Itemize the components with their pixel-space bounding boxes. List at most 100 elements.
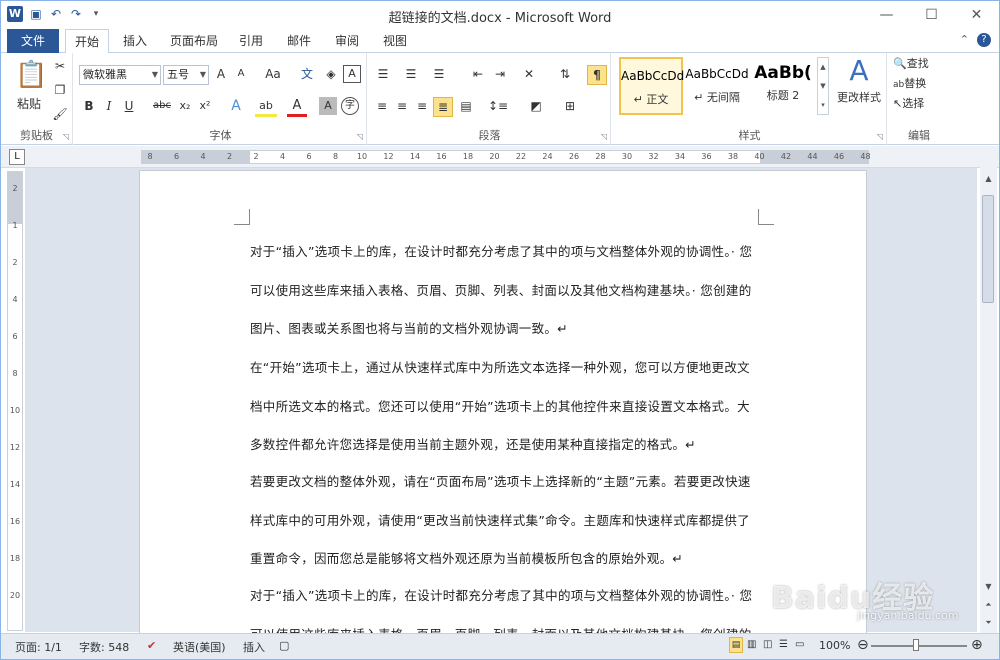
style-normal[interactable]: AaBbCcDd ↵ 正文 bbox=[619, 57, 684, 115]
find-button[interactable]: 🔍查找 bbox=[893, 55, 949, 75]
tab-selector-icon[interactable]: L bbox=[9, 149, 25, 165]
vruler-tick: 1 bbox=[12, 221, 18, 230]
font-color-icon[interactable]: A bbox=[287, 97, 307, 117]
tab-references[interactable]: 引用 bbox=[229, 29, 273, 53]
scroll-down-icon[interactable]: ▼ bbox=[980, 579, 997, 595]
shading-icon[interactable]: ◩ bbox=[525, 97, 547, 117]
superscript-button[interactable]: x² bbox=[197, 97, 213, 117]
styles-launcher-icon[interactable]: ◹ bbox=[877, 132, 883, 141]
select-button[interactable]: ↖选择 bbox=[893, 95, 949, 115]
horizontal-ruler[interactable]: 8 6 4 2 2 4 6 8 10 12 14 16 18 20 22 24 26 28 30 32 34 36 38 40… bbox=[141, 150, 871, 164]
paragraph[interactable]: 若要更改文档的整体外观，请在“页面布局”选项卡上选择新的“主题”元素。若要更改快… bbox=[250, 463, 760, 579]
enclose-char-icon[interactable]: 字 bbox=[341, 97, 359, 115]
paste-icon[interactable]: 📋 bbox=[15, 57, 47, 93]
scroll-thumb[interactable] bbox=[982, 195, 994, 303]
font-name-select[interactable]: 微软雅黑 ▼ bbox=[79, 65, 161, 85]
numbering-icon[interactable]: ☰ bbox=[401, 65, 421, 85]
format-painter-icon[interactable]: 🖌 bbox=[51, 105, 69, 125]
zoom-slider-handle[interactable] bbox=[913, 639, 919, 651]
underline-button[interactable]: U bbox=[121, 97, 137, 117]
tab-file[interactable]: 文件 bbox=[7, 29, 59, 53]
style-heading-2[interactable]: AaBb( 标题 2 bbox=[751, 57, 815, 115]
zoom-out-icon[interactable]: ⊖ bbox=[857, 637, 869, 653]
vertical-ruler[interactable]: 2 1 2 4 6 8 10 12 14 16 18 20 bbox=[7, 171, 23, 631]
tab-page-layout[interactable]: 页面布局 bbox=[165, 29, 223, 53]
clipboard-launcher-icon[interactable]: ◹ bbox=[63, 132, 69, 141]
increase-indent-icon[interactable]: ⇥ bbox=[491, 65, 509, 85]
styles-scroll[interactable]: ▲ ▼ ▾ bbox=[817, 57, 829, 115]
prev-page-icon[interactable]: ⏶ bbox=[980, 597, 997, 613]
insert-mode[interactable]: 插入 bbox=[243, 639, 265, 655]
close-icon[interactable]: ✕ bbox=[954, 1, 999, 29]
chinese-layout-icon[interactable]: ✕ bbox=[519, 65, 539, 85]
multilevel-list-icon[interactable]: ☰ bbox=[429, 65, 449, 85]
char-border-icon[interactable]: A bbox=[343, 65, 361, 83]
minimize-icon[interactable]: — bbox=[864, 1, 909, 29]
align-left-icon[interactable]: ≡ bbox=[373, 97, 391, 117]
maximize-icon[interactable]: ☐ bbox=[909, 1, 954, 29]
draft-icon[interactable]: ▭ bbox=[795, 639, 804, 650]
collapse-ribbon-icon[interactable]: ⌃ bbox=[960, 33, 969, 47]
style-name: ↵ 无间隔 bbox=[694, 91, 740, 104]
word-count[interactable]: 字数: 548 bbox=[79, 639, 129, 655]
paragraph-launcher-icon[interactable]: ◹ bbox=[601, 132, 607, 141]
show-marks-icon[interactable]: ¶ bbox=[587, 65, 607, 85]
strikethrough-button[interactable]: abc bbox=[151, 97, 173, 117]
change-styles-icon[interactable]: A bbox=[835, 55, 883, 87]
shrink-font-icon[interactable]: A bbox=[233, 65, 249, 85]
help-icon[interactable]: ? bbox=[977, 33, 991, 47]
language[interactable]: 英语(美国) bbox=[173, 639, 226, 655]
change-case-icon[interactable]: Aa bbox=[261, 65, 285, 85]
highlight-icon[interactable]: ab bbox=[255, 97, 277, 117]
char-shading-icon[interactable]: A bbox=[319, 97, 337, 115]
tab-review[interactable]: 审阅 bbox=[325, 29, 369, 53]
sort-icon[interactable]: ⇅ bbox=[555, 65, 575, 85]
next-page-icon[interactable]: ⏷ bbox=[980, 615, 997, 631]
tab-home[interactable]: 开始 bbox=[65, 29, 109, 54]
web-layout-icon[interactable]: ◫ bbox=[763, 639, 772, 650]
copy-icon[interactable]: ❐ bbox=[51, 81, 69, 101]
proofing-icon[interactable]: ✔ bbox=[147, 639, 156, 652]
cut-icon[interactable]: ✂ bbox=[51, 57, 69, 77]
zoom-in-icon[interactable]: ⊕ bbox=[971, 637, 983, 653]
paragraph[interactable]: 在“开始”选项卡上，通过从快速样式库中为所选文本选择一种外观，您可以方便地更改文… bbox=[250, 349, 760, 465]
clear-format-icon[interactable]: ◈ bbox=[321, 65, 341, 85]
tab-mailings[interactable]: 邮件 bbox=[277, 29, 321, 53]
page-count[interactable]: 页面: 1/1 bbox=[15, 639, 62, 655]
font-launcher-icon[interactable]: ◹ bbox=[357, 132, 363, 141]
tab-view[interactable]: 视图 bbox=[373, 29, 417, 53]
italic-button[interactable]: I bbox=[101, 97, 117, 117]
change-styles-button[interactable]: 更改样式 bbox=[831, 89, 887, 109]
print-layout-icon[interactable]: ▤ bbox=[729, 637, 743, 653]
replace-button[interactable]: ab替换 bbox=[893, 75, 949, 95]
font-size-select[interactable]: 五号 ▼ bbox=[163, 65, 209, 85]
text-effects-icon[interactable]: A bbox=[225, 97, 247, 117]
full-screen-reading-icon[interactable]: ▥ bbox=[747, 639, 756, 650]
align-right-icon[interactable]: ≡ bbox=[413, 97, 431, 117]
grow-font-icon[interactable]: A bbox=[213, 65, 229, 85]
phonetic-guide-icon[interactable]: 文 bbox=[297, 65, 317, 85]
bold-button[interactable]: B bbox=[81, 97, 97, 117]
scroll-up-icon[interactable]: ▲ bbox=[980, 171, 997, 187]
subscript-button[interactable]: x₂ bbox=[177, 97, 193, 117]
document-page[interactable]: 对于“插入”选项卡上的库，在设计时都充分考虑了其中的项与文档整体外观的协调性。·… bbox=[139, 170, 867, 642]
line-spacing-icon[interactable]: ↕≡ bbox=[487, 97, 509, 117]
tab-insert[interactable]: 插入 bbox=[113, 29, 157, 53]
macro-record-icon[interactable]: ▢ bbox=[279, 639, 289, 652]
ruler-bar: L 8 6 4 2 2 4 6 8 10 12 14 16 18 20 22 24 26 28 30 32 34 36 38… bbox=[1, 146, 999, 168]
decrease-indent-icon[interactable]: ⇤ bbox=[469, 65, 487, 85]
justify-icon[interactable]: ≣ bbox=[433, 97, 453, 117]
paste-button[interactable]: 粘贴 bbox=[9, 95, 49, 115]
vertical-scrollbar[interactable]: ▲ ▼ ⏶ ⏷ bbox=[980, 149, 997, 633]
outline-icon[interactable]: ☰ bbox=[779, 639, 788, 650]
ruler-tick: 8 bbox=[332, 152, 339, 161]
distribute-icon[interactable]: ▤ bbox=[457, 97, 475, 117]
zoom-level[interactable]: 100% bbox=[819, 639, 850, 652]
align-center-icon[interactable]: ≡ bbox=[393, 97, 411, 117]
zoom-slider[interactable] bbox=[871, 645, 967, 647]
paragraph[interactable]: 对于“插入”选项卡上的库，在设计时都充分考虑了其中的项与文档整体外观的协调性。·… bbox=[250, 233, 760, 349]
bullets-icon[interactable]: ☰ bbox=[373, 65, 393, 85]
find-icon: 🔍 bbox=[893, 57, 907, 70]
style-no-spacing[interactable]: AaBbCcDd ↵ 无间隔 bbox=[685, 57, 749, 115]
borders-icon[interactable]: ⊞ bbox=[559, 97, 581, 117]
